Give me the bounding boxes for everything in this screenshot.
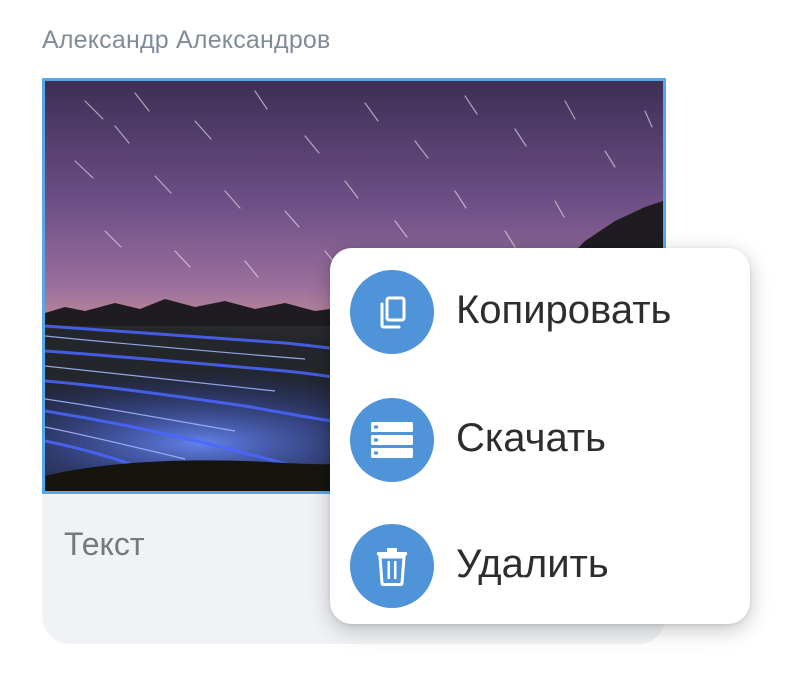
menu-item-copy-label: Копировать	[456, 288, 672, 332]
sender-name[interactable]: Александр Александров	[42, 26, 331, 55]
download-list-icon	[350, 398, 434, 482]
menu-item-delete[interactable]: Удалить	[330, 502, 750, 622]
trash-icon	[350, 524, 434, 608]
menu-item-copy[interactable]: Копировать	[330, 248, 750, 368]
menu-item-download-label: Скачать	[456, 416, 606, 460]
message-caption: Текст	[64, 526, 145, 562]
context-menu: Копировать Скачать Удалить	[330, 248, 750, 624]
copy-icon	[350, 270, 434, 354]
menu-item-download[interactable]: Скачать	[330, 376, 750, 496]
menu-item-delete-label: Удалить	[456, 542, 609, 586]
